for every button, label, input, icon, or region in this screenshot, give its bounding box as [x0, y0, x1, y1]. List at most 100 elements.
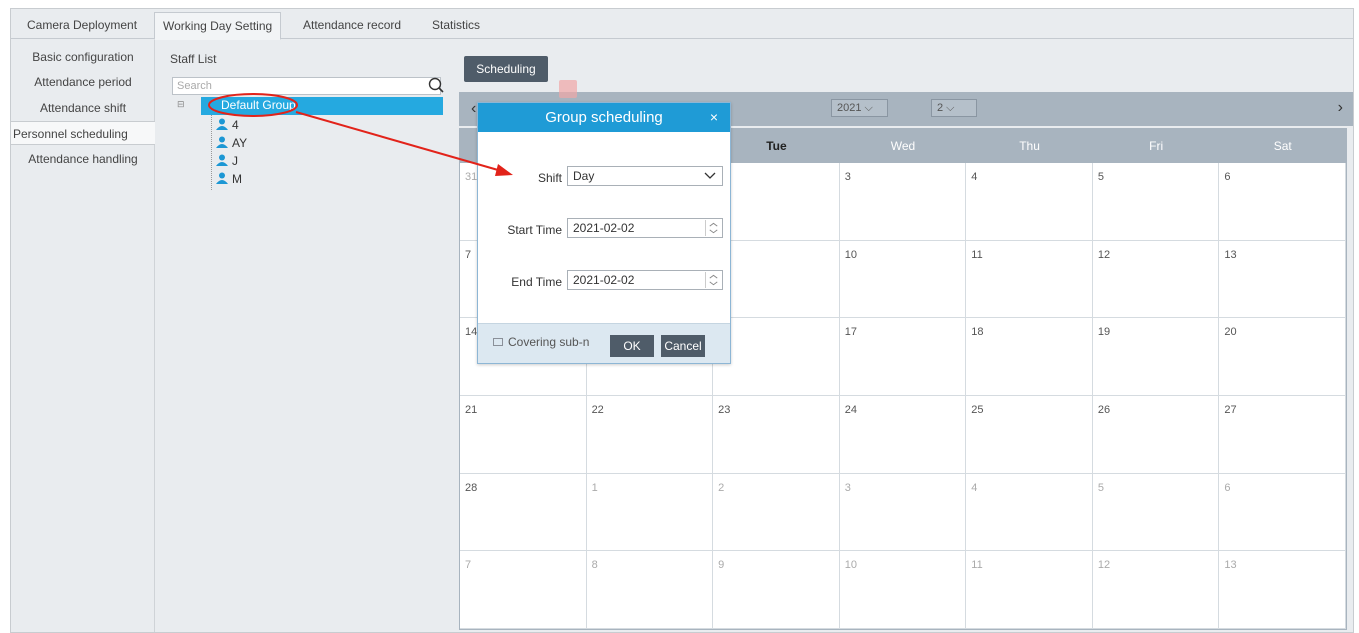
staff-name: J — [232, 154, 238, 168]
day-number: 2 — [718, 481, 725, 494]
shift-select[interactable]: Day — [567, 166, 723, 186]
day-number: 26 — [1097, 404, 1111, 416]
day-number: 7 — [465, 248, 472, 261]
dialog-footer: Covering sub-n OK Cancel — [478, 323, 730, 363]
calendar-day-cell[interactable]: 4 — [966, 163, 1093, 241]
top-tab-bar: Camera Deployment Working Day Setting At… — [11, 9, 1353, 40]
calendar-day-cell[interactable]: 1 — [586, 473, 714, 552]
day-number: 4 — [971, 171, 978, 183]
tab-attendance-record[interactable]: Attendance record — [295, 12, 409, 39]
tab-statistics[interactable]: Statistics — [424, 12, 488, 39]
dialog-title: Group scheduling — [478, 103, 730, 132]
day-number: 13 — [1224, 248, 1237, 261]
scheduling-button[interactable]: Scheduling — [464, 56, 548, 82]
day-number: 28 — [465, 481, 478, 494]
calendar-day-cell[interactable]: 23 — [713, 396, 840, 474]
calendar-day-cell[interactable]: 25 — [966, 396, 1093, 474]
day-number: 23 — [718, 404, 731, 416]
tab-working-day-setting[interactable]: Working Day Setting — [154, 12, 282, 40]
staff-list-title: Staff List — [170, 52, 217, 66]
covering-checkbox[interactable] — [493, 338, 503, 346]
calendar-day-cell[interactable]: 6 — [1219, 473, 1346, 552]
calendar-day-cell[interactable]: 19 — [1092, 318, 1220, 396]
shift-value: Day — [573, 169, 595, 183]
calendar-day-cell[interactable]: 13 — [1219, 240, 1346, 319]
end-time-field[interactable]: 2021-02-02 — [567, 270, 723, 290]
search-icon[interactable] — [427, 76, 445, 94]
cancel-button[interactable]: Cancel — [661, 335, 705, 357]
tree-item-staff[interactable]: 4 — [215, 116, 239, 134]
calendar-day-cell[interactable] — [713, 318, 840, 396]
day-number: 14 — [465, 326, 478, 339]
shift-label: Shift — [537, 171, 562, 185]
spinner-icon[interactable] — [705, 220, 721, 236]
ok-button[interactable]: OK — [610, 335, 654, 357]
calendar-day-cell[interactable]: 18 — [966, 318, 1093, 396]
menu-basic-configuration[interactable]: Basic configuration — [11, 45, 155, 69]
tree-item-staff[interactable]: M — [215, 170, 242, 188]
calendar-day-cell[interactable] — [713, 163, 840, 241]
calendar-day-cell[interactable]: 4 — [966, 473, 1093, 552]
calendar-day-cell[interactable]: 11 — [966, 551, 1093, 629]
day-number: 27 — [1224, 404, 1237, 416]
chevron-left-icon[interactable]: ‹ — [471, 100, 476, 118]
calendar-day-cell[interactable]: 8 — [586, 551, 714, 629]
month-select[interactable]: 2 ⌵ — [931, 99, 977, 117]
calendar-day-cell[interactable] — [713, 240, 840, 319]
end-time-value: 2021-02-02 — [573, 273, 635, 287]
calendar-day-cell[interactable]: 3 — [839, 473, 967, 552]
tab-camera-deployment[interactable]: Camera Deployment — [19, 12, 145, 39]
calendar-day-cell[interactable]: 12 — [1092, 551, 1220, 629]
chevron-right-icon[interactable]: › — [1338, 99, 1343, 117]
menu-attendance-handling[interactable]: Attendance handling — [11, 147, 155, 171]
calendar-day-cell[interactable]: 2 — [713, 473, 840, 552]
user-icon — [216, 154, 228, 166]
calendar-day-cell[interactable]: 22 — [586, 396, 714, 474]
start-time-field[interactable]: 2021-02-02 — [567, 218, 723, 238]
calendar-day-cell[interactable]: 17 — [839, 318, 967, 396]
year-select[interactable]: 2021 ⌵ — [831, 99, 888, 117]
calendar-day-cell[interactable]: 12 — [1092, 240, 1220, 319]
calendar-day-cell[interactable]: 21 — [460, 396, 587, 474]
day-name: Tue — [766, 139, 787, 153]
day-number: 9 — [718, 559, 725, 572]
day-number: 24 — [844, 404, 857, 416]
spinner-icon[interactable] — [705, 272, 721, 288]
calendar-day-cell[interactable]: 20 — [1219, 318, 1346, 396]
day-number: 1 — [591, 481, 598, 494]
calendar-day-cell[interactable]: 3 — [839, 163, 967, 241]
calendar-day-cell[interactable]: 11 — [966, 240, 1093, 319]
tree-group-default[interactable]: Default Group — [201, 97, 443, 115]
menu-attendance-shift[interactable]: Attendance shift — [11, 96, 155, 120]
day-number: 6 — [1224, 481, 1231, 494]
menu-personnel-scheduling[interactable]: Personnel scheduling — [11, 121, 155, 145]
day-number: 11 — [971, 559, 983, 572]
tree-item-staff[interactable]: J — [215, 152, 238, 170]
calendar-day-cell[interactable]: 5 — [1092, 473, 1220, 552]
close-icon[interactable]: × — [710, 103, 718, 132]
start-time-label: Start Time — [507, 223, 562, 237]
day-number: 20 — [1224, 326, 1237, 339]
calendar-day-cell[interactable]: 27 — [1219, 396, 1346, 474]
calendar-day-cell[interactable]: 7 — [460, 551, 587, 629]
search-input[interactable]: Search — [172, 77, 441, 95]
menu-attendance-period[interactable]: Attendance period — [11, 70, 155, 94]
calendar-day-cell[interactable]: 9 — [713, 551, 840, 629]
day-number: 3 — [844, 171, 851, 183]
calendar-day-cell[interactable]: 10 — [839, 551, 967, 629]
calendar-day-cell[interactable]: 6 — [1219, 163, 1346, 241]
collapse-icon[interactable]: ⊟ — [177, 99, 185, 110]
calendar-day-cell[interactable]: 5 — [1092, 163, 1220, 241]
day-number: 19 — [1097, 326, 1111, 339]
calendar-day-cell[interactable]: 28 — [460, 473, 587, 552]
day-number: 5 — [1097, 171, 1104, 183]
calendar-day-cell[interactable]: 24 — [839, 396, 967, 474]
calendar-day-cell[interactable]: 26 — [1092, 396, 1220, 474]
calendar-day-cell[interactable]: 10 — [839, 240, 967, 319]
calendar-day-cell[interactable]: 13 — [1219, 551, 1346, 629]
end-time-label: End Time — [511, 275, 562, 289]
day-number: 5 — [1097, 481, 1104, 494]
tree-item-staff[interactable]: AY — [215, 134, 247, 152]
user-icon — [216, 172, 228, 184]
day-name: Wed — [890, 139, 916, 153]
